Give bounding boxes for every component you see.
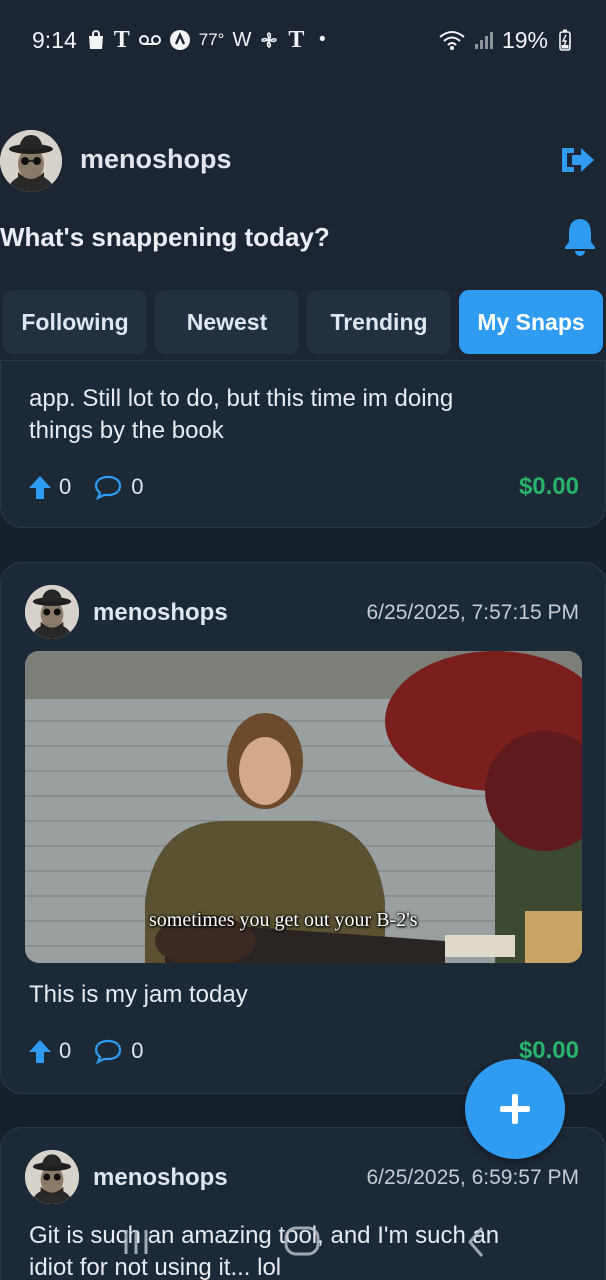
battery-icon xyxy=(556,29,574,51)
w-app-icon: W xyxy=(232,28,252,51)
wifi-icon xyxy=(438,29,466,51)
avatar[interactable] xyxy=(25,1150,79,1204)
post-text: Git is such an amazing tool, and I'm suc… xyxy=(29,1222,500,1280)
post-card[interactable]: menoshops 6/25/2025, 7:57:15 PM sometime… xyxy=(0,562,606,1094)
tab-following[interactable]: Following xyxy=(3,290,147,354)
comment-bubble-icon[interactable] xyxy=(93,474,123,500)
app-header: menoshops What's snappening today? Follo… xyxy=(0,80,606,385)
fan-icon xyxy=(259,29,279,51)
post-amount: $0.00 xyxy=(518,473,579,500)
post-username[interactable]: menoshops xyxy=(93,599,228,627)
status-time: 9:14 xyxy=(32,26,77,53)
tab-my-snaps[interactable]: My Snaps xyxy=(459,290,603,354)
profile-row: menoshops xyxy=(0,130,606,194)
weather-temp: 77° xyxy=(198,30,225,49)
avatar[interactable] xyxy=(0,130,62,192)
voicemail-icon xyxy=(138,29,161,51)
post-actions: 0 0 xyxy=(27,1035,144,1067)
upvote-count: 0 xyxy=(59,474,72,499)
arrow-up-icon[interactable] xyxy=(27,1038,53,1064)
upvote-count: 0 xyxy=(59,1038,72,1063)
feed-tabs: Following Newest Trending My Snaps xyxy=(3,290,603,354)
compose-button[interactable] xyxy=(465,1059,565,1159)
post-card[interactable]: app. Still lot to do, but this time im d… xyxy=(0,360,606,528)
post-actions: 0 0 xyxy=(27,471,144,503)
media-caption: sometimes you get out your B-2's xyxy=(149,909,418,931)
bell-icon[interactable] xyxy=(562,216,598,258)
comment-count: 0 xyxy=(131,1038,144,1063)
status-bar: 9:14 T 77° W T • 19% xyxy=(0,0,606,80)
avatar[interactable] xyxy=(25,585,79,639)
post-header: menoshops 6/25/2025, 7:57:15 PM xyxy=(25,585,581,641)
logout-icon[interactable] xyxy=(558,142,596,178)
post-text: app. Still lot to do, but this time im d… xyxy=(29,385,454,444)
app-circle-icon xyxy=(169,29,191,51)
arrow-up-icon[interactable] xyxy=(27,474,53,500)
battery-level: 19% xyxy=(501,26,548,53)
post-timestamp: 6/25/2025, 7:57:15 PM xyxy=(366,601,580,624)
page-title: What's snappening today? xyxy=(0,222,330,252)
comment-bubble-icon[interactable] xyxy=(93,1038,123,1064)
post-timestamp: 6/25/2025, 6:59:57 PM xyxy=(366,1166,580,1189)
notification-icons: T 77° W T • xyxy=(87,26,332,53)
tmobile-icon: T xyxy=(113,26,130,53)
post-username[interactable]: menoshops xyxy=(93,1164,228,1192)
post-text: This is my jam today xyxy=(29,981,248,1008)
tab-newest[interactable]: Newest xyxy=(155,290,299,354)
tmobile-icon-2: T xyxy=(288,26,305,53)
shopping-bag-icon xyxy=(87,29,105,51)
plus-icon xyxy=(500,1094,530,1124)
dot-icon: • xyxy=(319,29,326,50)
comment-count: 0 xyxy=(131,474,144,499)
tab-trending[interactable]: Trending xyxy=(307,290,451,354)
post-media[interactable]: sometimes you get out your B-2's xyxy=(25,651,582,963)
profile-username: menoshops xyxy=(80,144,232,174)
signal-icon xyxy=(474,29,494,51)
post-header: menoshops 6/25/2025, 6:59:57 PM xyxy=(25,1150,581,1206)
